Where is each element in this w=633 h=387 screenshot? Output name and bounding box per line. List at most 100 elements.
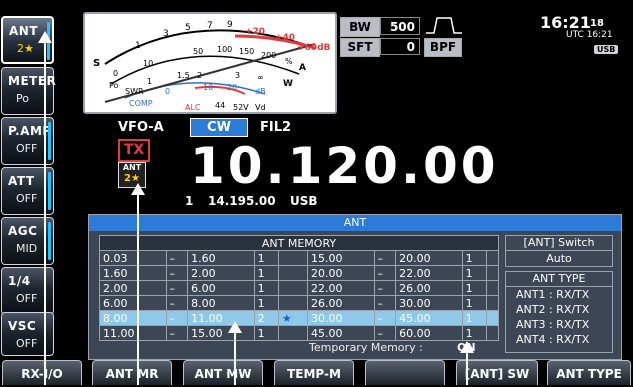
table-row[interactable]: 6.00–8.00 1 26.00–30.00 1 <box>99 295 500 311</box>
att-key-indicator <box>48 172 51 210</box>
ant-number: 1 <box>253 325 279 341</box>
main-frequency[interactable]: 10.120.00 <box>190 138 499 194</box>
spacer <box>485 310 500 326</box>
arrow-memory-star <box>228 321 242 385</box>
spacer <box>485 265 500 281</box>
ant-switch-title: [ANT] Switch <box>506 236 612 251</box>
range-dash: – <box>373 280 397 296</box>
ant-sw-button[interactable]: [ANT] SW <box>456 360 538 385</box>
quarter-key[interactable]: 1/4 OFF <box>1 267 54 315</box>
swr-scale-15: 1.5 <box>177 71 190 80</box>
memory-star <box>277 295 309 311</box>
bpf-indicator: BPF <box>424 38 462 57</box>
table-row[interactable]: 2.00–6.00 1 22.00–26.00 1 <box>99 280 500 296</box>
quarter-key-value: OFF <box>16 292 38 305</box>
range-dash: – <box>373 325 397 341</box>
vsc-key-value: OFF <box>16 337 38 350</box>
table-row[interactable]: 0.03–1.60 1 15.00–20.00 1 <box>99 250 500 266</box>
range-high: 20.00 <box>395 250 463 266</box>
meter-key-label: METER <box>8 74 57 88</box>
range-low: 20.00 <box>307 265 375 281</box>
ant-switch-value: Auto <box>546 252 572 265</box>
range-high: 8.00 <box>187 295 255 311</box>
ant-indicator-label: ANT <box>122 163 142 172</box>
s-scale-5: 5 <box>185 23 191 33</box>
po-label: Po <box>109 81 119 90</box>
range-low: 1.60 <box>99 265 167 281</box>
preamp-key[interactable]: P.AMP OFF <box>1 117 54 165</box>
table-row[interactable]: 8.00–11.00 2 ★ 30.00–45.00 1 <box>99 310 500 326</box>
range-low: 11.00 <box>99 325 167 341</box>
po-scale-50: 50 <box>193 47 203 56</box>
s-label: S <box>93 58 100 69</box>
blank-button[interactable] <box>365 360 445 385</box>
s-scale-9: 9 <box>227 20 233 30</box>
ant-number: 1 <box>461 250 487 266</box>
sft-value[interactable]: 0 <box>380 38 420 55</box>
agc-key-indicator <box>48 222 51 260</box>
ant-number: 1 <box>253 280 279 296</box>
swr-scale-3: 3 <box>235 71 240 80</box>
vd-scale-44: 44 <box>215 101 225 110</box>
ant-mr-button[interactable]: ANT MR <box>92 360 172 385</box>
mode-indicator[interactable]: CW <box>190 118 248 137</box>
range-dash: – <box>165 280 189 296</box>
agc-key[interactable]: AGC MID <box>1 217 54 265</box>
clock-seconds: 18 <box>590 18 604 29</box>
range-low: 2.00 <box>99 280 167 296</box>
att-key[interactable]: ATT OFF <box>1 167 54 215</box>
vfo-label: VFO-A <box>118 120 164 135</box>
temp-m-button[interactable]: TEMP-M <box>274 360 354 385</box>
ant-type-button[interactable]: ANT TYPE <box>547 360 631 385</box>
range-dash: – <box>165 265 189 281</box>
sub-vfo-num: 1 <box>185 194 194 208</box>
att-key-value: OFF <box>16 192 38 205</box>
range-low: 26.00 <box>307 295 375 311</box>
tx-indicator: TX <box>118 139 150 162</box>
comp-scale-10: 10 <box>203 83 213 92</box>
arrow-temp-on <box>460 341 474 385</box>
watt-label: W <box>283 79 293 89</box>
ant-type-4: ANT4 : RX/TX <box>516 333 590 346</box>
meter-key-value: Po <box>16 92 29 105</box>
range-high: 26.00 <box>395 280 463 296</box>
s-scale-3: 3 <box>163 29 169 39</box>
table-row[interactable]: 1.60–2.00 1 20.00–22.00 1 <box>99 265 500 281</box>
utc-time: UTC 16:21 <box>566 30 613 40</box>
spacer <box>485 325 500 341</box>
range-dash: – <box>373 310 397 326</box>
memory-star <box>277 265 309 281</box>
memory-star <box>277 280 309 296</box>
s-scale-60: +60dB <box>297 43 331 53</box>
range-high: 1.60 <box>187 250 255 266</box>
ant-number: 1 <box>461 325 487 341</box>
range-dash: – <box>165 250 189 266</box>
memory-star: ★ <box>277 310 309 326</box>
table-row[interactable]: 11.00–15.00 1 45.00–60.00 1 <box>99 325 500 341</box>
vsc-key[interactable]: VSC OFF <box>1 312 54 356</box>
agc-key-label: AGC <box>8 224 38 238</box>
ant-number: 1 <box>253 265 279 281</box>
memory-star <box>277 250 309 266</box>
range-high: 60.00 <box>395 325 463 341</box>
rx-io-button[interactable]: RX-I/O <box>2 360 82 385</box>
ant-key-value: 2★ <box>17 42 34 55</box>
meter-key[interactable]: METER Po <box>1 67 57 115</box>
range-low: 15.00 <box>307 250 375 266</box>
ant-type-2: ANT2 : RX/TX <box>516 303 590 316</box>
ant-mw-button[interactable]: ANT MW <box>183 360 263 385</box>
sub-vfo-freq: 14.195.00 <box>208 194 276 208</box>
ant-type-title: ANT TYPE <box>506 272 612 287</box>
po-scale-200: 200 <box>261 51 276 60</box>
bw-value[interactable]: 500 <box>380 17 420 35</box>
s-scale-20: +20 <box>245 27 265 37</box>
filter-label: FIL2 <box>260 120 292 135</box>
range-high: 11.00 <box>187 310 255 326</box>
comp-scale-0: 0 <box>165 87 170 96</box>
ant-type-1: ANT1 : RX/TX <box>516 288 590 301</box>
att-key-label: ATT <box>8 174 35 188</box>
amp-label: A <box>299 63 306 73</box>
range-low: 45.00 <box>307 325 375 341</box>
ant-key-label: ANT <box>9 24 39 38</box>
ant-memory-title: ANT MEMORY <box>99 235 499 251</box>
